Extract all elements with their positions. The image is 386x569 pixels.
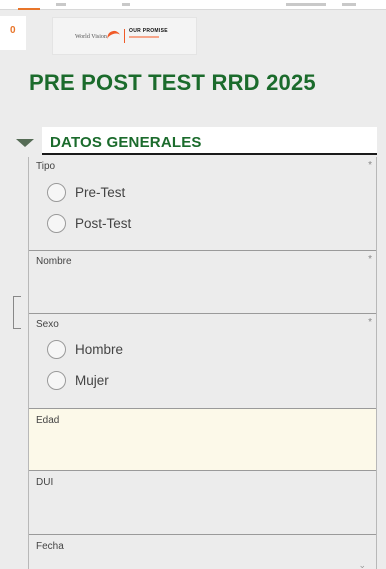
radio-label: Post-Test bbox=[75, 216, 132, 231]
status-bar bbox=[0, 0, 386, 10]
section-datos-generales[interactable]: DATOS GENERALES bbox=[16, 127, 377, 157]
question-tipo: Tipo * Pre-Test Post-Test bbox=[29, 157, 376, 251]
fecha-input[interactable] bbox=[29, 555, 376, 569]
radio-pre-test[interactable]: Pre-Test bbox=[47, 183, 125, 202]
radio-button[interactable] bbox=[47, 183, 66, 202]
radio-button[interactable] bbox=[47, 371, 66, 390]
question-dui: DUI bbox=[29, 471, 376, 535]
group-bracket bbox=[13, 296, 21, 329]
question-sexo: Sexo * Hombre Mujer bbox=[29, 314, 376, 409]
required-marker: * bbox=[368, 317, 372, 328]
our-promise-underline bbox=[129, 36, 159, 38]
form-body: Tipo * Pre-Test Post-Test Nombre * Sexo … bbox=[28, 157, 377, 569]
world-vision-logo-text: World Vision bbox=[75, 34, 107, 40]
question-label: Sexo bbox=[36, 319, 59, 330]
radio-button[interactable] bbox=[47, 340, 66, 359]
edad-input[interactable] bbox=[29, 429, 376, 470]
section-title: DATOS GENERALES bbox=[50, 134, 202, 151]
status-accent bbox=[18, 8, 40, 10]
side-indicator[interactable]: 0 bbox=[0, 16, 26, 50]
question-label: Fecha bbox=[36, 541, 64, 552]
question-nombre: Nombre * bbox=[29, 251, 376, 314]
question-label: Nombre bbox=[36, 256, 72, 267]
chevron-down-icon[interactable]: ⌄ bbox=[358, 560, 366, 569]
status-blip bbox=[56, 3, 66, 6]
world-vision-swoosh-icon bbox=[105, 29, 122, 43]
status-blip bbox=[122, 3, 130, 6]
header-logo: World Vision OUR PROMISE bbox=[52, 17, 197, 55]
required-marker: * bbox=[368, 160, 372, 171]
required-marker: * bbox=[368, 254, 372, 265]
caret-down-icon[interactable] bbox=[16, 139, 34, 147]
question-edad: Edad bbox=[29, 409, 376, 471]
side-indicator-label: 0 bbox=[10, 25, 16, 36]
status-blip bbox=[342, 3, 356, 6]
dui-input[interactable] bbox=[29, 491, 376, 534]
radio-label: Pre-Test bbox=[75, 185, 126, 200]
radio-button[interactable] bbox=[47, 214, 66, 233]
radio-mujer[interactable]: Mujer bbox=[47, 371, 109, 390]
nombre-input[interactable] bbox=[29, 271, 376, 313]
form-title: PRE POST TEST RRD 2025 bbox=[29, 70, 316, 95]
radio-hombre[interactable]: Hombre bbox=[47, 340, 123, 359]
question-label: Tipo bbox=[36, 161, 56, 172]
question-label: DUI bbox=[36, 477, 54, 488]
radio-label: Hombre bbox=[75, 342, 124, 357]
radio-label: Mujer bbox=[75, 373, 109, 388]
radio-post-test[interactable]: Post-Test bbox=[47, 214, 131, 233]
question-fecha: Fecha ⌄ bbox=[29, 535, 376, 569]
question-label: Edad bbox=[36, 415, 60, 426]
logo-divider bbox=[124, 29, 125, 43]
status-blip bbox=[286, 3, 326, 6]
our-promise-logo-text: OUR PROMISE bbox=[129, 28, 168, 34]
